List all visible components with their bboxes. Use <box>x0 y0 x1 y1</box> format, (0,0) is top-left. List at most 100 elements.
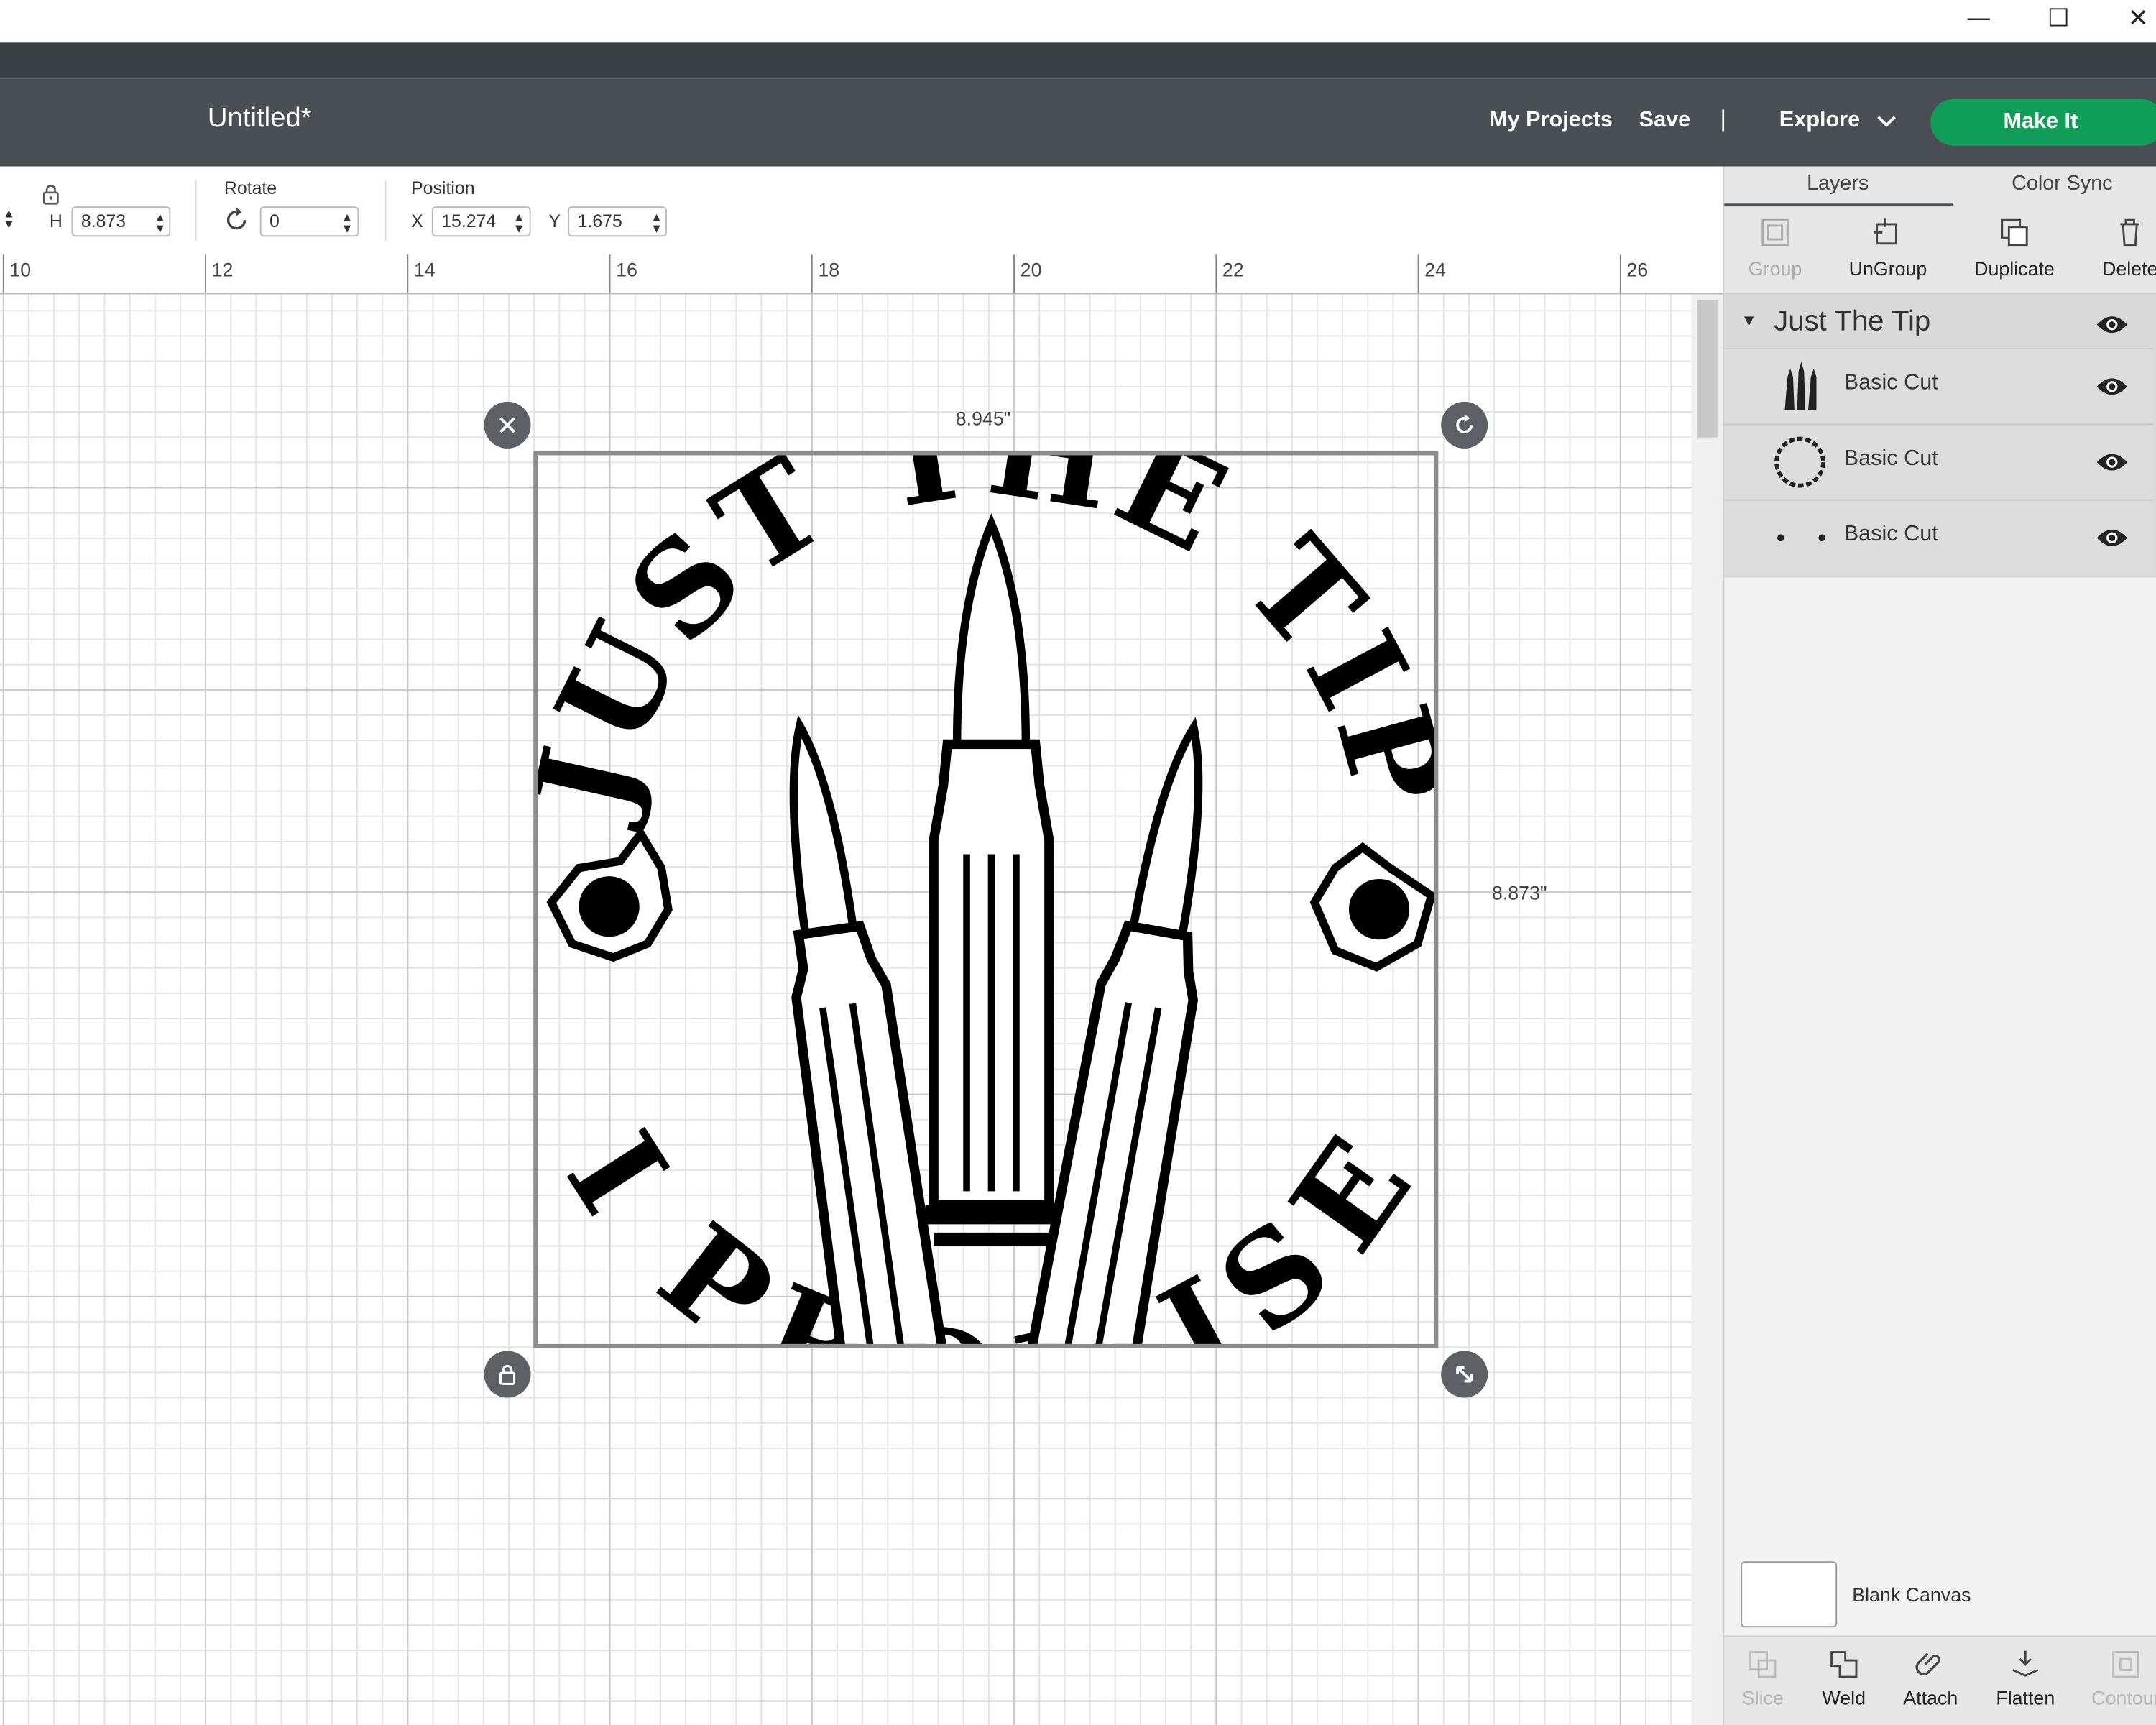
paperclip-icon <box>1915 1652 1940 1675</box>
resize-handle[interactable] <box>1441 1351 1488 1398</box>
ruler-label: 16 <box>616 258 637 281</box>
lock-icon <box>499 1364 516 1385</box>
delete-button[interactable]: Delete <box>2075 216 2156 280</box>
ruler-tick <box>2 254 4 293</box>
eye-icon[interactable] <box>2096 527 2129 549</box>
eye-icon[interactable] <box>2096 451 2129 474</box>
bottom-toolbar: Slice Weld Attach Flatten Contour <box>1721 1635 2156 1725</box>
edit-toolbar: ▲ ▼ H 8.873 ▲ ▼ Rotate 0 ▲ ▼ Position X 15.… <box>0 166 1723 256</box>
ruler-label: 22 <box>1222 258 1244 281</box>
ruler-label: 26 <box>1626 258 1649 281</box>
caret-down-icon[interactable]: ▼ <box>1741 311 1757 331</box>
design-artwork[interactable]: JUST THE TIP I PROMISE <box>538 456 1434 1344</box>
contour-button[interactable]: Contour <box>2085 1648 2156 1708</box>
ruler-label: 20 <box>1020 258 1042 281</box>
flatten-label: Flatten <box>1996 1686 2055 1709</box>
flatten-icon <box>2012 1650 2039 1677</box>
minimize-button[interactable]: — <box>1947 0 2010 36</box>
resize-icon <box>1456 1366 1473 1383</box>
layer-row[interactable]: Basic Cut <box>1724 348 2154 424</box>
ruler-label: 10 <box>9 258 32 281</box>
rotate-icon <box>226 207 247 230</box>
layer-name: Basic Cut <box>1843 371 1938 395</box>
close-icon <box>499 417 515 433</box>
design-canvas[interactable]: 8.945" 8.873" JUST THE TIP I PROMISE <box>0 294 1692 1725</box>
explore-label: Explore <box>1779 109 1861 132</box>
x-stepper[interactable]: ▲ ▼ <box>513 211 525 235</box>
contour-icon <box>2112 1651 2139 1678</box>
ruler-tick <box>609 254 611 293</box>
window-titlebar: — ☐ ✕ <box>0 0 2156 43</box>
layer-name: Basic Cut <box>1843 447 1938 471</box>
rotate-label: Rotate <box>224 177 277 198</box>
ruler-label: 18 <box>818 258 840 281</box>
y-stepper[interactable]: ▲ ▼ <box>650 211 663 235</box>
tab-color-sync[interactable]: Color Sync <box>2012 172 2112 196</box>
panel-tabs: Layers Color Sync <box>1724 166 2156 208</box>
tab-layers[interactable]: Layers <box>1807 172 1869 196</box>
weld-button[interactable]: Weld <box>1802 1648 1885 1708</box>
canvas-scrollbar[interactable] <box>1691 294 1723 1725</box>
ruler-label: 12 <box>211 258 234 281</box>
layer-thumbnail <box>1774 436 1825 488</box>
close-window-button[interactable]: ✕ <box>2106 0 2156 36</box>
group-button[interactable]: Group <box>1720 216 1830 280</box>
maximize-button[interactable]: ☐ <box>2027 0 2090 36</box>
lock-handle[interactable] <box>484 1351 531 1398</box>
layer-thumbnail <box>1777 534 1825 542</box>
attach-button[interactable]: Attach <box>1889 1648 1972 1708</box>
my-projects-link[interactable]: My Projects <box>1489 109 1613 133</box>
rotate-handle[interactable] <box>1441 401 1488 448</box>
ruler-tick <box>811 254 813 293</box>
height-label: H <box>49 210 63 231</box>
header-separator: | <box>1720 106 1726 132</box>
ungroup-label: UnGroup <box>1848 257 1927 280</box>
width-dimension-label: 8.945" <box>955 407 1011 430</box>
height-stepper[interactable]: ▲ ▼ <box>154 211 166 235</box>
rotate-icon <box>1456 414 1473 433</box>
layer-name: Basic Cut <box>1843 523 1938 546</box>
slice-button[interactable]: Slice <box>1721 1648 1804 1708</box>
slice-label: Slice <box>1741 1686 1784 1709</box>
duplicate-label: Duplicate <box>1974 257 2055 280</box>
trash-icon <box>2120 218 2140 247</box>
layers-panel: Layers Color Sync Group UnGroup Duplicat… <box>1721 166 2156 1725</box>
lock-icon[interactable] <box>40 183 62 206</box>
weld-icon <box>1830 1651 1858 1678</box>
x-label: X <box>411 210 423 231</box>
width-stepper[interactable]: ▲ ▼ <box>3 207 15 231</box>
ruler-tick <box>1417 254 1419 293</box>
active-tab-indicator <box>1724 203 1953 207</box>
rotate-stepper[interactable]: ▲ ▼ <box>341 211 353 235</box>
height-dimension-label: 8.873" <box>1491 881 1547 904</box>
layer-group-name: Just The Tip <box>1774 305 1931 337</box>
ungroup-button[interactable]: UnGroup <box>1833 216 1943 280</box>
layer-group[interactable]: ▼ Just The Tip Basic Cut Basic Cut Basic… <box>1724 294 2156 578</box>
ungroup-icon <box>1874 218 1897 245</box>
top-strip <box>0 42 2156 79</box>
delete-handle[interactable] <box>484 401 531 448</box>
layer-row[interactable]: Basic Cut <box>1724 423 2154 500</box>
blank-canvas-swatch[interactable] <box>1741 1561 1838 1628</box>
ruler-tick <box>1013 254 1015 293</box>
explore-menu[interactable]: Explore <box>1779 109 1896 133</box>
toolbar-divider <box>384 180 387 241</box>
bullet-center <box>925 513 1058 1246</box>
scrollbar-thumb[interactable] <box>1697 300 1718 438</box>
ruler-label: 24 <box>1424 258 1446 281</box>
layer-row[interactable]: Basic Cut <box>1724 499 2154 576</box>
group-icon <box>1761 218 1789 247</box>
contour-label: Contour <box>2091 1686 2156 1709</box>
app-window: — ☐ ✕ Untitled* My Projects Save | Explo… <box>0 0 2156 1725</box>
make-it-button[interactable]: Make It <box>1930 98 2156 146</box>
layer-thumbnail <box>1784 362 1817 410</box>
eye-icon[interactable] <box>2096 375 2129 397</box>
layer-tools: Group UnGroup Duplicate Delete <box>1724 207 2156 295</box>
bullet-hole-left <box>546 826 673 962</box>
flatten-button[interactable]: Flatten <box>1984 1648 2067 1708</box>
weld-label: Weld <box>1822 1686 1866 1709</box>
save-link[interactable]: Save <box>1639 109 1691 133</box>
attach-label: Attach <box>1903 1686 1958 1709</box>
duplicate-button[interactable]: Duplicate <box>1959 216 2069 280</box>
eye-icon[interactable] <box>2096 313 2129 336</box>
